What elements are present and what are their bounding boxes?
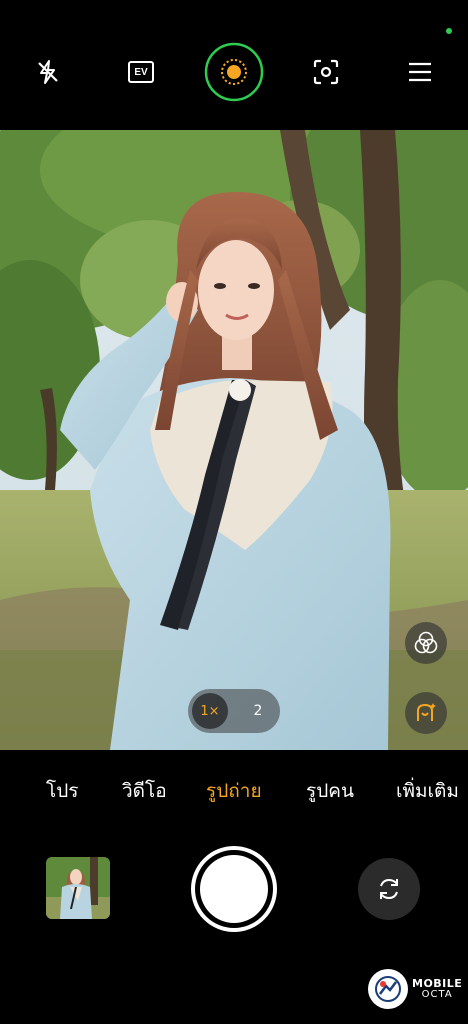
ev-icon: EV — [128, 61, 154, 83]
zoom-2x-button[interactable]: 2 — [240, 693, 276, 729]
camera-flip-button[interactable] — [358, 858, 420, 920]
camera-viewfinder[interactable] — [0, 130, 468, 750]
top-toolbar: EV — [0, 0, 468, 130]
mode-photo[interactable]: รูปถ่าย — [206, 776, 262, 806]
gallery-thumbnail[interactable] — [46, 857, 110, 919]
filter-circles-icon — [414, 631, 438, 654]
zoom-selector: 1× 2 — [188, 689, 280, 733]
hamburger-menu-icon — [409, 62, 431, 82]
watermark-text: MOBILE OCTA — [412, 978, 462, 1000]
mode-pro[interactable]: โปร — [46, 776, 78, 806]
filter-button[interactable] — [405, 622, 447, 664]
zoom-1x-button[interactable]: 1× — [192, 693, 228, 729]
mode-video[interactable]: วิดีโอ — [122, 776, 167, 806]
mode-portrait[interactable]: รูปคน — [306, 776, 354, 806]
ai-scene-button[interactable] — [204, 42, 264, 102]
focus-button[interactable] — [296, 42, 356, 102]
shutter-button[interactable] — [191, 846, 277, 932]
ai-scene-icon — [204, 42, 264, 102]
flash-off-button[interactable] — [18, 42, 78, 102]
camera-flip-icon — [380, 878, 398, 900]
beauty-portrait-icon — [417, 703, 436, 721]
mode-more[interactable]: เพิ่มเติม — [396, 776, 459, 806]
focus-frame-icon — [313, 59, 339, 85]
gallery-preview-image — [46, 857, 110, 919]
camera-screen: EV 1× 2 โปร วิดีโอ รูปถ่าย รูปคน เพิ่มเต… — [0, 0, 468, 1024]
menu-button[interactable] — [390, 42, 450, 102]
brand-logo-icon — [368, 969, 408, 1009]
flash-off-icon — [38, 60, 58, 84]
preview-image — [0, 130, 468, 750]
ev-label: EV — [134, 66, 148, 78]
shutter-inner — [200, 855, 268, 923]
watermark: MOBILE OCTA — [368, 969, 462, 1009]
beauty-button[interactable] — [405, 692, 447, 734]
watermark-line1: MOBILE — [412, 976, 463, 990]
camera-status-dot — [446, 28, 452, 34]
exposure-button[interactable]: EV — [111, 42, 171, 102]
mode-selector: โปร วิดีโอ รูปถ่าย รูปคน เพิ่มเติม — [0, 768, 468, 812]
watermark-line2: OCTA — [421, 988, 453, 1000]
